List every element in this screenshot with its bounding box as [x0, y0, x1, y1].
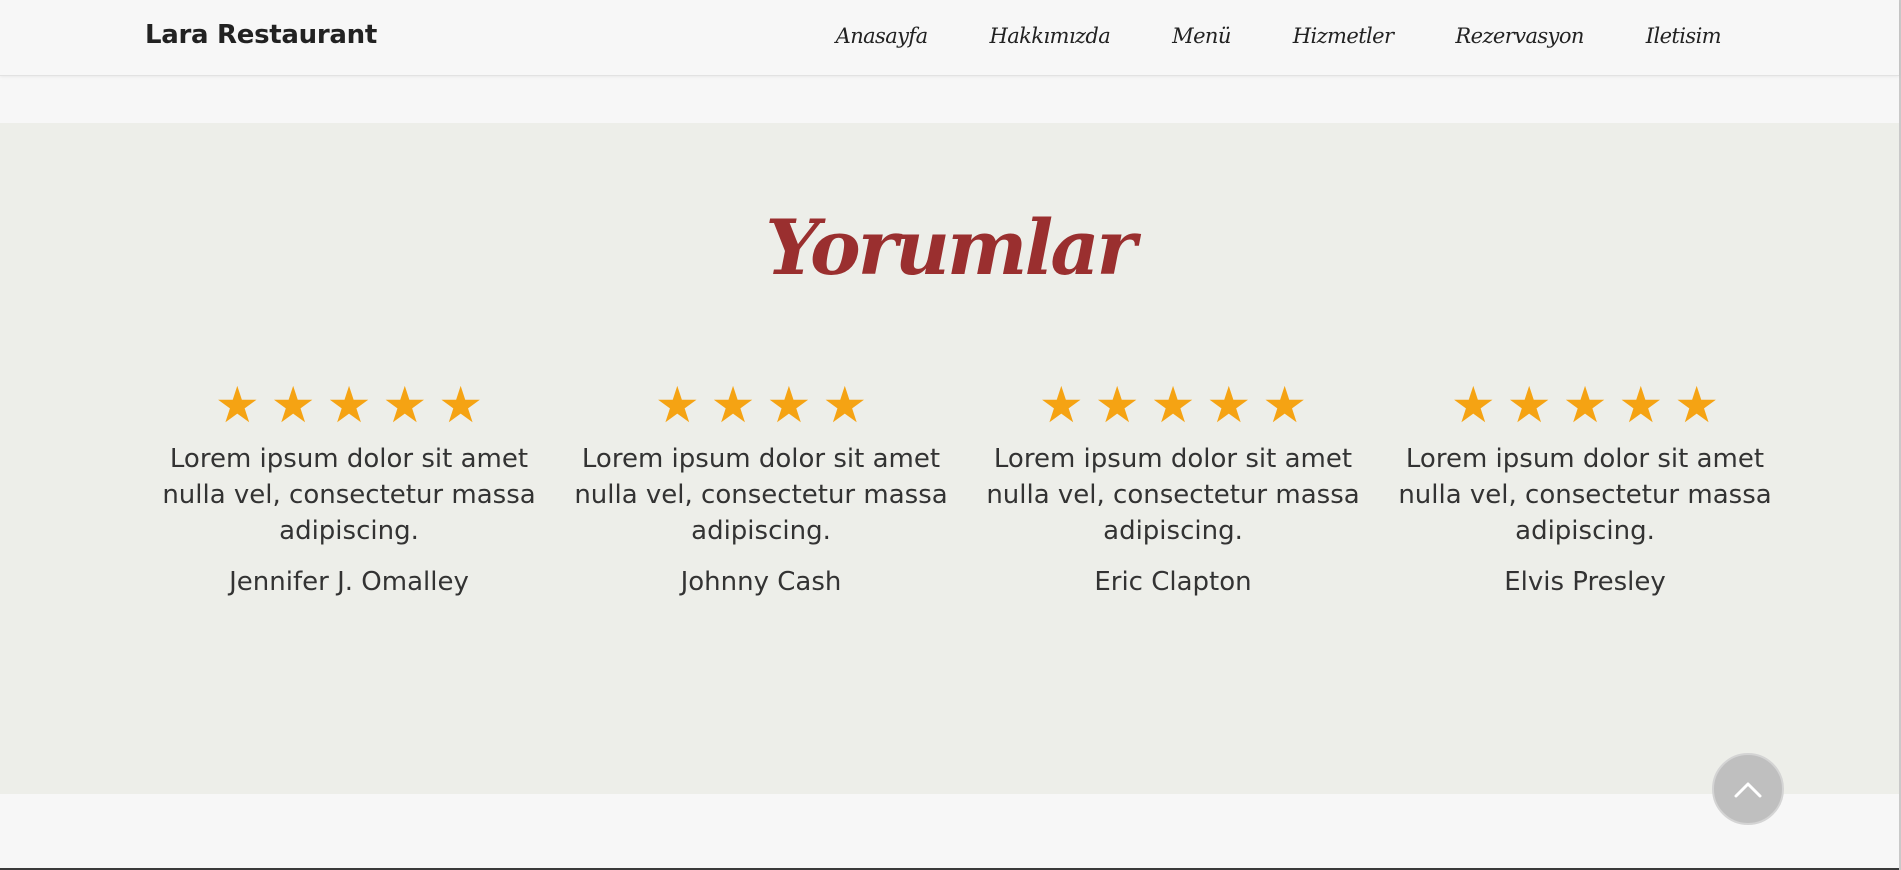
star-icon: ★ [270, 376, 316, 434]
star-icon: ★ [1262, 376, 1308, 434]
star-icon: ★ [382, 376, 428, 434]
star-rating: ★ ★ ★ ★ ★ [1379, 377, 1791, 433]
review-text: Lorem ipsum dolor sit amet nulla vel, co… [986, 444, 1360, 546]
reviews-grid: ★ ★ ★ ★ ★ Lorem ipsum dolor sit amet nulla v… [143, 377, 1791, 597]
star-icon: ★ [1038, 376, 1084, 434]
star-icon: ★ [766, 376, 812, 434]
scroll-to-top-button[interactable] [1712, 753, 1784, 825]
review-card: ★ ★ ★ ★ ★ Lorem ipsum dolor sit amet nulla v… [967, 377, 1379, 597]
review-author: Jennifer J. Omalley [229, 567, 469, 597]
nav-link-hakkimizda[interactable]: Hakkımızda [990, 24, 1111, 48]
review-author: Eric Clapton [1094, 567, 1252, 597]
star-rating: ★ ★ ★ ★ ★ [143, 377, 555, 433]
review-card: ★ ★ ★ ★ Lorem ipsum dolor sit amet nulla ve… [555, 377, 967, 597]
star-icon: ★ [1094, 376, 1140, 434]
nav-link-anasayfa[interactable]: Anasayfa [836, 24, 928, 48]
star-icon: ★ [438, 376, 484, 434]
star-icon: ★ [1674, 376, 1720, 434]
review-text: Lorem ipsum dolor sit amet nulla vel, co… [162, 444, 536, 546]
review-text: Lorem ipsum dolor sit amet nulla vel, co… [1398, 444, 1772, 546]
star-icon: ★ [1562, 376, 1608, 434]
star-rating: ★ ★ ★ ★ ★ [967, 377, 1379, 433]
review-author: Johnny Cash [680, 567, 842, 597]
star-icon: ★ [822, 376, 868, 434]
nav-link-hizmetler[interactable]: Hizmetler [1293, 24, 1394, 48]
star-rating: ★ ★ ★ ★ [555, 377, 967, 433]
star-icon: ★ [326, 376, 372, 434]
review-text: Lorem ipsum dolor sit amet nulla vel, co… [574, 444, 948, 546]
review-card: ★ ★ ★ ★ ★ Lorem ipsum dolor sit amet nulla v… [143, 377, 555, 597]
star-icon: ★ [1450, 376, 1496, 434]
brand-logo[interactable]: Lara Restaurant [145, 20, 377, 50]
nav-link-iletisim[interactable]: Iletisim [1646, 24, 1722, 48]
star-icon: ★ [1150, 376, 1196, 434]
star-icon: ★ [1206, 376, 1252, 434]
nav-link-rezervasyon[interactable]: Rezervasyon [1455, 24, 1584, 48]
main-nav: Anasayfa Hakkımızda Menü Hizmetler Rezer… [836, 24, 1722, 48]
star-icon: ★ [1506, 376, 1552, 434]
section-title: Yorumlar [765, 203, 1136, 292]
reviews-section: Yorumlar ★ ★ ★ ★ ★ Lorem ipsum dolor sit ame… [0, 123, 1899, 794]
navbar: Lara Restaurant Anasayfa Hakkımızda Menü… [0, 0, 1899, 76]
star-icon: ★ [710, 376, 756, 434]
chevron-up-icon [1734, 782, 1762, 798]
star-icon: ★ [214, 376, 260, 434]
review-author: Elvis Presley [1504, 567, 1666, 597]
star-icon: ★ [654, 376, 700, 434]
star-icon: ★ [1618, 376, 1664, 434]
review-card: ★ ★ ★ ★ ★ Lorem ipsum dolor sit amet nulla v… [1379, 377, 1791, 597]
nav-link-menu[interactable]: Menü [1172, 24, 1231, 48]
